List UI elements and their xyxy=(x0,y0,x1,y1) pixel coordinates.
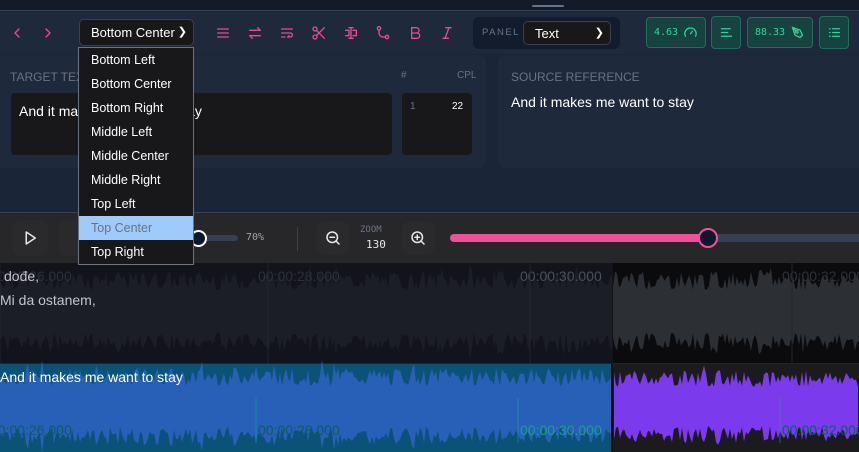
time-label: 00:00:28.000 xyxy=(258,268,340,284)
italic-button[interactable] xyxy=(432,18,462,48)
time-label: 00:00:28.000 xyxy=(258,422,340,438)
wrap-text-icon xyxy=(281,28,293,38)
dropdown-option[interactable]: Middle Center xyxy=(79,144,193,168)
volume-value: 70% xyxy=(246,232,265,243)
zoom-out-button[interactable] xyxy=(316,221,350,255)
dropdown-option[interactable]: Bottom Right xyxy=(79,96,193,120)
chevron-right-icon xyxy=(45,28,51,38)
panel-select-value: Text xyxy=(535,25,559,41)
chevron-left-icon xyxy=(14,28,20,38)
dropdown-option[interactable]: Bottom Center xyxy=(79,72,193,96)
zoom-in-icon xyxy=(411,231,425,245)
pen-tool-icon xyxy=(791,26,804,39)
position-select[interactable]: Bottom Center ❯ xyxy=(79,19,194,46)
dropdown-option[interactable]: Middle Left xyxy=(79,120,193,144)
bold-icon xyxy=(411,27,421,39)
chevron-down-icon: ❯ xyxy=(177,26,187,38)
italic-icon xyxy=(442,27,452,39)
bold-button[interactable] xyxy=(400,18,430,48)
next-button[interactable] xyxy=(33,18,63,48)
divider xyxy=(297,227,298,251)
source-line: dođe, xyxy=(4,268,40,284)
dropdown-option[interactable]: Top Center xyxy=(79,216,193,240)
zoom-value: 130 xyxy=(366,238,386,251)
list-button[interactable] xyxy=(819,16,849,49)
merge-button[interactable] xyxy=(368,18,398,48)
speed-badge[interactable]: 4.63 xyxy=(646,17,706,48)
position-select-value: Bottom Center xyxy=(91,25,175,40)
list-icon xyxy=(828,28,840,37)
play-button[interactable] xyxy=(12,220,48,256)
prev-button[interactable] xyxy=(2,18,32,48)
dropdown-option[interactable]: Bottom Left xyxy=(79,48,193,72)
source-line: Mi da ostanem, xyxy=(0,292,96,308)
dropdown-option[interactable]: Top Left xyxy=(79,192,193,216)
resize-handle[interactable] xyxy=(532,5,564,7)
dropdown-option[interactable]: Middle Right xyxy=(79,168,193,192)
zoom-in-button[interactable] xyxy=(401,221,435,255)
panel-switch: PANEL Text ❯ xyxy=(473,17,620,49)
score-badge[interactable]: 88.33 xyxy=(747,17,813,48)
time-label: 00:00:32.000 xyxy=(782,268,859,284)
wrap-button[interactable] xyxy=(272,18,302,48)
source-label: SOURCE REFERENCE xyxy=(511,70,640,84)
position-dropdown: Bottom Left Bottom Center Bottom Right Midd… xyxy=(78,47,194,265)
source-panel: SOURCE REFERENCE And it makes me want to… xyxy=(498,55,859,168)
align-left-icon xyxy=(720,28,732,37)
target-panel: TARGET TEXT And it makes me want to stay… xyxy=(0,55,486,168)
stats-table: 1 22 xyxy=(402,93,472,155)
waveform-timeline[interactable]: 00:00:26.00000:00:26.00000:00:28.00000:0… xyxy=(0,263,859,452)
time-label: 00:00:32.000 xyxy=(782,422,859,438)
text-cursor-icon xyxy=(345,27,357,39)
time-label: 00:00:30.000 xyxy=(520,422,602,438)
row-cpl: 22 xyxy=(452,101,464,112)
cpl-header: CPL xyxy=(457,70,477,81)
time-label: 00:00:30.000 xyxy=(520,268,602,284)
subtitle-region-text[interactable]: And it makes me want to stay xyxy=(0,369,183,385)
position-knob[interactable] xyxy=(697,228,718,248)
menu-icon xyxy=(217,28,229,38)
align-left-button[interactable] xyxy=(711,16,741,49)
row-num: 1 xyxy=(410,101,416,112)
zoom-label: ZOOM xyxy=(360,225,382,235)
align-button[interactable] xyxy=(208,18,238,48)
cursor-button[interactable] xyxy=(336,18,366,48)
panel-select[interactable]: Text ❯ xyxy=(523,21,611,45)
position-slider[interactable] xyxy=(450,234,859,242)
scissors-icon xyxy=(312,26,325,40)
gauge-icon xyxy=(684,27,697,37)
speed-value: 4.63 xyxy=(653,27,679,38)
time-label: 00:00:26.000 xyxy=(0,422,72,438)
score-value: 88.33 xyxy=(754,27,786,38)
git-merge-icon xyxy=(376,26,390,40)
swap-button[interactable] xyxy=(240,18,270,48)
panel-label: PANEL xyxy=(482,27,520,38)
top-strip xyxy=(0,0,859,11)
chevron-down-icon: ❯ xyxy=(594,27,604,39)
source-text: And it makes me want to stay xyxy=(511,94,694,110)
zoom-out-icon xyxy=(326,231,340,245)
play-icon xyxy=(25,231,36,245)
split-button[interactable] xyxy=(304,18,334,48)
dropdown-option[interactable]: Top Right xyxy=(79,240,193,264)
target-textarea[interactable]: And it makes me want to stay xyxy=(11,93,392,155)
num-header: # xyxy=(401,70,407,81)
swap-icon xyxy=(249,27,261,39)
